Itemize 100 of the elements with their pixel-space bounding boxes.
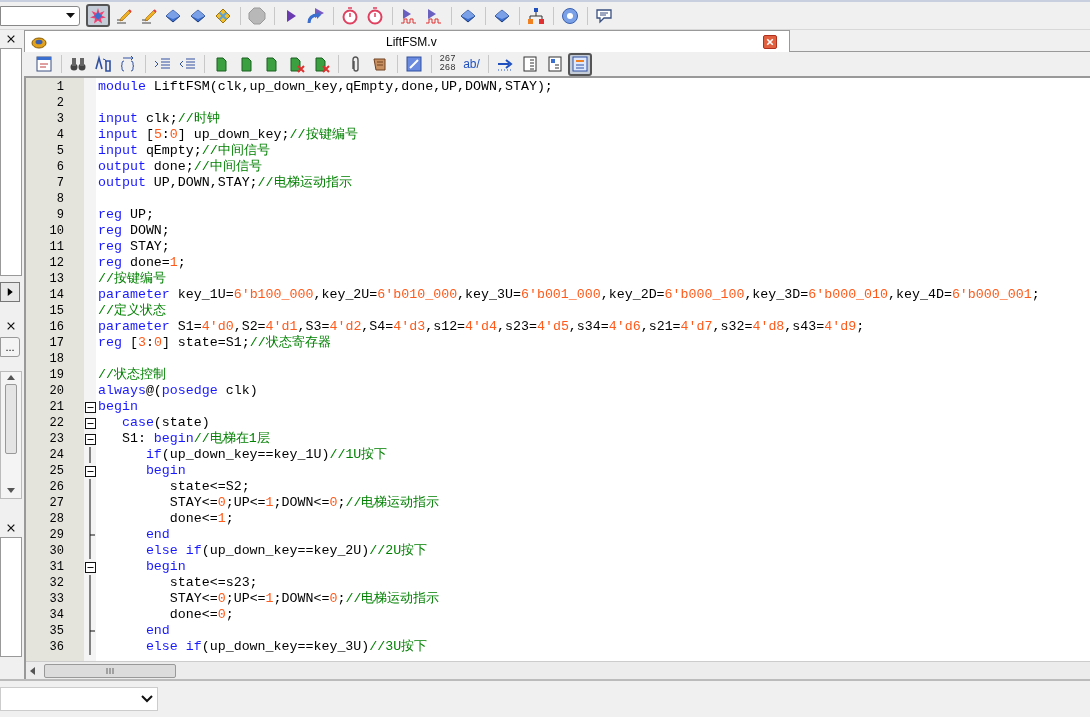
- replace-icon: [94, 55, 112, 73]
- code-line: STAY<=0;UP<=1;DOWN<=0;//电梯运动指示: [168, 591, 441, 607]
- collapse-icon[interactable]: [84, 417, 96, 429]
- close-icon: [6, 321, 16, 331]
- code-line: S1: begin//电梯在1层: [120, 431, 271, 447]
- line-numbers-button[interactable]: 267 268: [436, 52, 459, 76]
- code-line: parameter S1=4'd0,S2=4'd1,S3=4'd2,S4=4'd3,s12=4'd4,s23=4'd5,s34=4'd6,s21=4'd7,s32=4'd8,s43=4'd9;: [98, 319, 866, 335]
- code-line: case(state): [120, 415, 211, 431]
- stopwatch-icon: [366, 6, 384, 25]
- binoculars-icon: [69, 55, 87, 73]
- more-button[interactable]: ...: [0, 337, 20, 357]
- line-number: 11: [49, 239, 64, 255]
- bookmark-delete-icon: [312, 55, 330, 73]
- help-icon: [561, 6, 579, 25]
- code-line: parameter key_1U=6'b100_000,key_2U=6'b010_000,key_3U=6'b001_000,key_2D=6'b000_100,key_3D=6'b000_010,key_4D=6'b000_001;: [98, 287, 1041, 303]
- code-line: input [5:0] up_down_key;//按键编号: [98, 127, 359, 143]
- line-number: 28: [49, 511, 64, 527]
- line-number: 13: [49, 271, 64, 287]
- panel-icon: [571, 55, 589, 73]
- hierarchy-icon: [527, 6, 545, 25]
- line-number: 9: [56, 207, 64, 223]
- waveform-icon: [425, 6, 443, 25]
- curved-arrow-icon: [307, 6, 325, 25]
- scroll-down-icon[interactable]: [7, 488, 15, 493]
- close-icon: [6, 34, 16, 44]
- line-number: 4: [56, 127, 64, 143]
- code-line: input clk;//时钟: [98, 111, 221, 127]
- close-icon: [6, 523, 16, 533]
- code-line: STAY<=0;UP<=1;DOWN<=0;//电梯运动指示: [168, 495, 441, 511]
- code-line: output UP,DOWN,STAY;//电梯运动指示: [98, 175, 353, 191]
- line-number: 33: [49, 591, 64, 607]
- file-tab[interactable]: LiftFSM.v: [52, 30, 790, 52]
- line-number: 6: [56, 159, 64, 175]
- code-line: end: [144, 527, 171, 543]
- collapse-icon[interactable]: [84, 561, 96, 573]
- bookmark-delete-icon: [287, 55, 305, 73]
- line-number: 31: [49, 559, 64, 575]
- line-number: 18: [49, 351, 64, 367]
- line-number: 20: [49, 383, 64, 399]
- line-number: 30: [49, 543, 64, 559]
- code-line: end: [144, 623, 171, 639]
- code-line: //状态控制: [98, 367, 167, 383]
- close-tab-button[interactable]: [763, 34, 777, 49]
- code-line: //定义状态: [98, 303, 167, 319]
- stop-sign-button[interactable]: [245, 4, 269, 27]
- code-line: reg UP;: [98, 207, 155, 223]
- dropdown-arrow-icon: [66, 13, 75, 18]
- code-line: else if(up_down_key==key_3U)//3U按下: [144, 639, 429, 655]
- line-number: 15: [49, 303, 64, 319]
- edit-icon: [405, 55, 423, 73]
- code-line: done<=1;: [168, 511, 235, 527]
- close-icon: [765, 36, 775, 47]
- scrollbar-thumb[interactable]: [44, 663, 176, 678]
- vertical-scrollbar[interactable]: [0, 371, 22, 499]
- line-number: 25: [49, 463, 64, 479]
- pencil-icon: [114, 6, 132, 25]
- list-icon: [546, 55, 564, 73]
- code-line: module LiftFSM(clk,up_down_key,qEmpty,done,UP,DOWN,STAY);: [98, 79, 554, 95]
- code-line: reg [3:0] state=S1;//状态寄存器: [98, 335, 332, 351]
- package-icon: [214, 6, 232, 25]
- speech-bubble-icon: [595, 6, 613, 25]
- line-number: 24: [49, 447, 64, 463]
- triangle-right-icon: [5, 286, 15, 298]
- collapse-icon[interactable]: [84, 401, 96, 413]
- list-icon: [521, 55, 539, 73]
- panel-button[interactable]: [568, 52, 592, 76]
- line-number: 36: [49, 639, 64, 655]
- line-number: 8: [56, 191, 64, 207]
- line-number: 22: [49, 415, 64, 431]
- line-number: 21: [49, 399, 64, 415]
- word-wrap-button[interactable]: ab/: [460, 52, 483, 76]
- waveform-icon: [400, 6, 418, 25]
- scroll-up-icon[interactable]: [7, 375, 15, 380]
- line-number: 7: [56, 175, 64, 191]
- code-line: state<=S2;: [168, 479, 251, 495]
- code-line: begin: [144, 559, 187, 575]
- tab-title: LiftFSM.v: [386, 33, 437, 51]
- line-number: 27: [49, 495, 64, 511]
- line-number: 12: [49, 255, 64, 271]
- code-line: reg STAY;: [98, 239, 171, 255]
- stopwatch-icon: [341, 6, 359, 25]
- expand-button[interactable]: [0, 282, 20, 302]
- line-number: 5: [56, 143, 64, 159]
- code-line: reg done=1;: [98, 255, 187, 271]
- burst-button[interactable]: [86, 4, 110, 27]
- code-line: input qEmpty;//中间信号: [98, 143, 271, 159]
- scrollbar-thumb[interactable]: [5, 384, 17, 454]
- code-line: //按键编号: [98, 271, 167, 287]
- code-line: else if(up_down_key==key_2U)//2U按下: [144, 543, 429, 559]
- collapse-icon[interactable]: [84, 433, 96, 445]
- collapse-icon[interactable]: [84, 465, 96, 477]
- scroll-icon: [371, 55, 389, 73]
- line-number: 26: [49, 479, 64, 495]
- line-number: 29: [49, 527, 64, 543]
- scroll-left-icon[interactable]: [30, 666, 36, 675]
- pencil-icon: [139, 6, 157, 25]
- line-number: 34: [49, 607, 64, 623]
- code-line: begin: [144, 463, 187, 479]
- line-number: 10: [49, 223, 64, 239]
- code-line: always@(posedge clk): [98, 383, 259, 399]
